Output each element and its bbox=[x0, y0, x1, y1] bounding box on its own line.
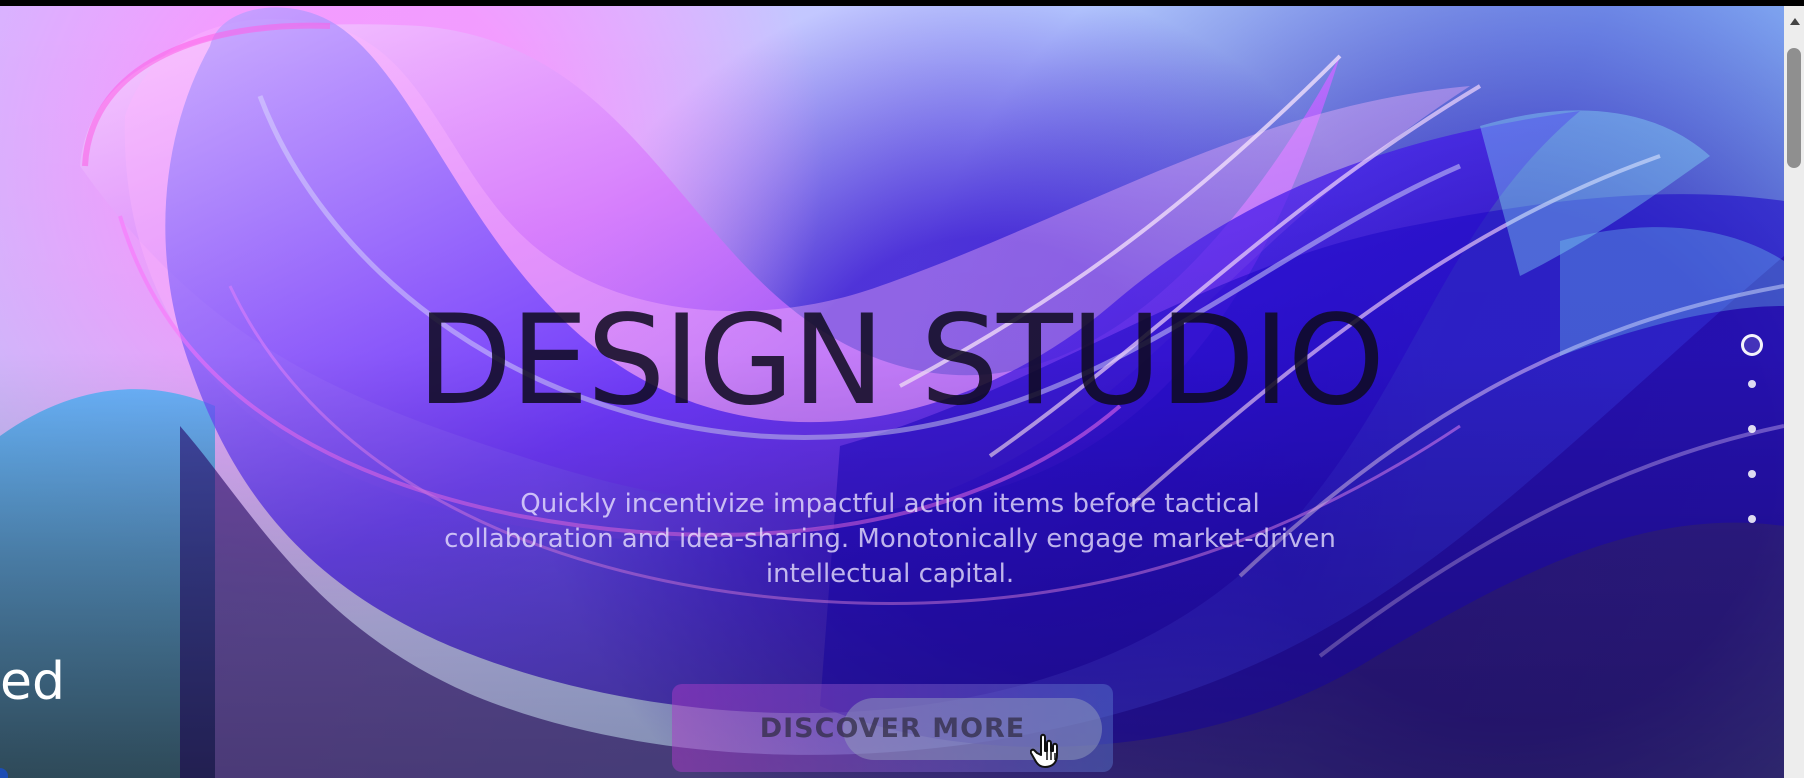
vertical-scrollbar[interactable] bbox=[1784, 6, 1804, 778]
scroll-up-arrow-icon[interactable] bbox=[1790, 18, 1800, 25]
slide-dot-1-icon[interactable] bbox=[1741, 334, 1763, 356]
slide-dot-4-icon[interactable] bbox=[1748, 470, 1756, 478]
slide-dot-3-icon[interactable] bbox=[1748, 425, 1756, 433]
slide-dot-5-icon[interactable] bbox=[1748, 515, 1756, 523]
hero-subtitle: Quickly incentivize impactful action ite… bbox=[444, 489, 1336, 589]
browser-top-bar bbox=[0, 0, 1804, 6]
sidebar-partial-text: ed bbox=[0, 652, 65, 712]
hero-section: DESIGN STUDIO Quickly incentivize impact… bbox=[0, 6, 1784, 778]
slide-dot-2-icon[interactable] bbox=[1748, 380, 1756, 388]
hero-title: DESIGN STUDIO bbox=[416, 289, 1385, 433]
scroll-thumb[interactable] bbox=[1787, 48, 1801, 168]
slide-pagination bbox=[1740, 334, 1763, 534]
landing-page: DESIGN STUDIO Quickly incentivize impact… bbox=[0, 0, 1804, 778]
hand-pointer-icon bbox=[1030, 733, 1058, 768]
